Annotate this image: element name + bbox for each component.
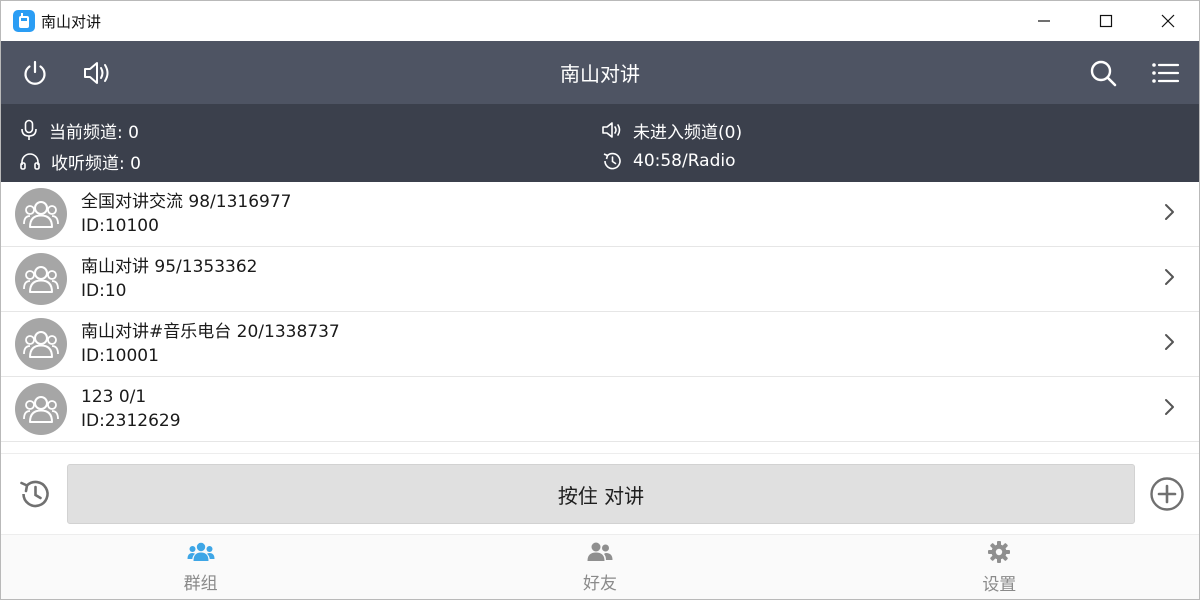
- tab-groups[interactable]: 群组: [1, 535, 400, 599]
- title-bar: 南山对讲: [1, 1, 1199, 41]
- menu-button[interactable]: [1147, 55, 1183, 91]
- group-avatar-icon: [23, 396, 59, 423]
- current-channel-status: 当前频道: 0: [19, 118, 139, 143]
- friends-icon: [587, 542, 613, 561]
- group-id: ID:2312629: [81, 411, 181, 431]
- chevron-right-icon: [1163, 398, 1175, 420]
- group-avatar-icon: [23, 266, 59, 293]
- listen-channel-text: 收听频道: 0: [51, 153, 141, 174]
- tab-groups-label: 群组: [183, 574, 218, 594]
- channel-entry-text: 未进入频道(0): [633, 122, 743, 143]
- walkie-talkie-app-icon: [13, 10, 35, 32]
- history-button[interactable]: [17, 476, 53, 512]
- menu-list-icon: [1152, 62, 1180, 83]
- group-list: 全国对讲交流 98/1316977 ID:10100 南山对讲 95/1353362…: [1, 182, 1199, 442]
- tab-friends-label: 好友: [582, 574, 617, 594]
- chevron-right-icon: [1165, 269, 1174, 285]
- volume-icon: [602, 122, 621, 138]
- tab-settings[interactable]: 设置: [800, 535, 1199, 599]
- group-id: ID:10001: [81, 346, 159, 366]
- group-name: 全国对讲交流 98/1316977: [81, 192, 292, 212]
- chevron-right-icon: [1163, 333, 1175, 355]
- minimize-icon: [1038, 20, 1050, 22]
- group-info: 全国对讲交流 98/1316977 ID:10100: [81, 190, 291, 238]
- search-button[interactable]: [1085, 55, 1121, 91]
- chevron-right-icon: [1163, 203, 1175, 225]
- group-avatar: [15, 188, 67, 240]
- group-info: 123 0/1 ID:2312629: [81, 385, 181, 433]
- chevron-right-icon: [1165, 204, 1174, 220]
- group-list-item[interactable]: 全国对讲交流 98/1316977 ID:10100: [1, 182, 1199, 247]
- minimize-button[interactable]: [1013, 1, 1075, 41]
- add-circle-icon: [1150, 477, 1184, 511]
- current-channel-text: 当前频道: 0: [49, 122, 139, 143]
- microphone-icon: [21, 119, 37, 140]
- group-list-item[interactable]: 南山对讲#音乐电台 20/1338737 ID:10001: [1, 312, 1199, 377]
- history-clock-icon: [603, 152, 621, 170]
- group-avatar: [15, 318, 67, 370]
- timer-status: 40:58/Radio: [601, 149, 736, 173]
- chevron-right-icon: [1163, 268, 1175, 290]
- headphones-icon: [20, 153, 40, 170]
- group-list-item[interactable]: 123 0/1 ID:2312629: [1, 377, 1199, 442]
- maximize-icon: [1099, 14, 1113, 28]
- app-window: 南山对讲 南山对讲 当前频道: 0 收听频道: 0 未进入频道(0) 40:58…: [0, 0, 1200, 600]
- group-name: 南山对讲#音乐电台 20/1338737: [81, 322, 340, 342]
- search-icon: [1090, 60, 1117, 86]
- group-avatar: [15, 383, 67, 435]
- close-icon: [1161, 14, 1175, 28]
- chevron-right-icon: [1165, 334, 1174, 350]
- group-info: 南山对讲 95/1353362 ID:10: [81, 255, 257, 303]
- group-name: 123 0/1: [81, 387, 147, 407]
- chevron-right-icon: [1165, 399, 1174, 415]
- bottom-tab-bar: 群组 好友 设置: [1, 534, 1199, 599]
- header-title: 南山对讲: [560, 62, 640, 86]
- listen-channel-status: 收听频道: 0: [19, 149, 141, 174]
- window-controls: [1013, 1, 1199, 41]
- group-id: ID:10: [81, 281, 127, 301]
- tab-settings-label: 设置: [982, 575, 1017, 595]
- group-icon: [187, 542, 215, 561]
- status-panel: 当前频道: 0 收听频道: 0 未进入频道(0) 40:58/Radio: [1, 104, 1199, 182]
- group-id: ID:10100: [81, 216, 159, 236]
- group-avatar: [15, 253, 67, 305]
- group-avatar-icon: [23, 201, 59, 228]
- timer-text: 40:58/Radio: [633, 151, 736, 171]
- channel-entry-status: 未进入频道(0): [601, 118, 743, 143]
- history-icon: [20, 480, 49, 508]
- push-to-talk-button[interactable]: 按住 对讲: [67, 464, 1135, 524]
- ptt-bar: 按住 对讲: [1, 453, 1199, 533]
- tab-friends[interactable]: 好友: [400, 535, 799, 599]
- window-title: 南山对讲: [41, 12, 102, 31]
- group-info: 南山对讲#音乐电台 20/1338737 ID:10001: [81, 320, 340, 368]
- group-name: 南山对讲 95/1353362: [81, 257, 258, 277]
- group-list-item[interactable]: 南山对讲 95/1353362 ID:10: [1, 247, 1199, 312]
- maximize-button[interactable]: [1075, 1, 1137, 41]
- add-button[interactable]: [1149, 476, 1185, 512]
- group-avatar-icon: [23, 331, 59, 358]
- gear-icon: [988, 541, 1011, 563]
- header-toolbar: 南山对讲: [1, 41, 1199, 104]
- close-button[interactable]: [1137, 1, 1199, 41]
